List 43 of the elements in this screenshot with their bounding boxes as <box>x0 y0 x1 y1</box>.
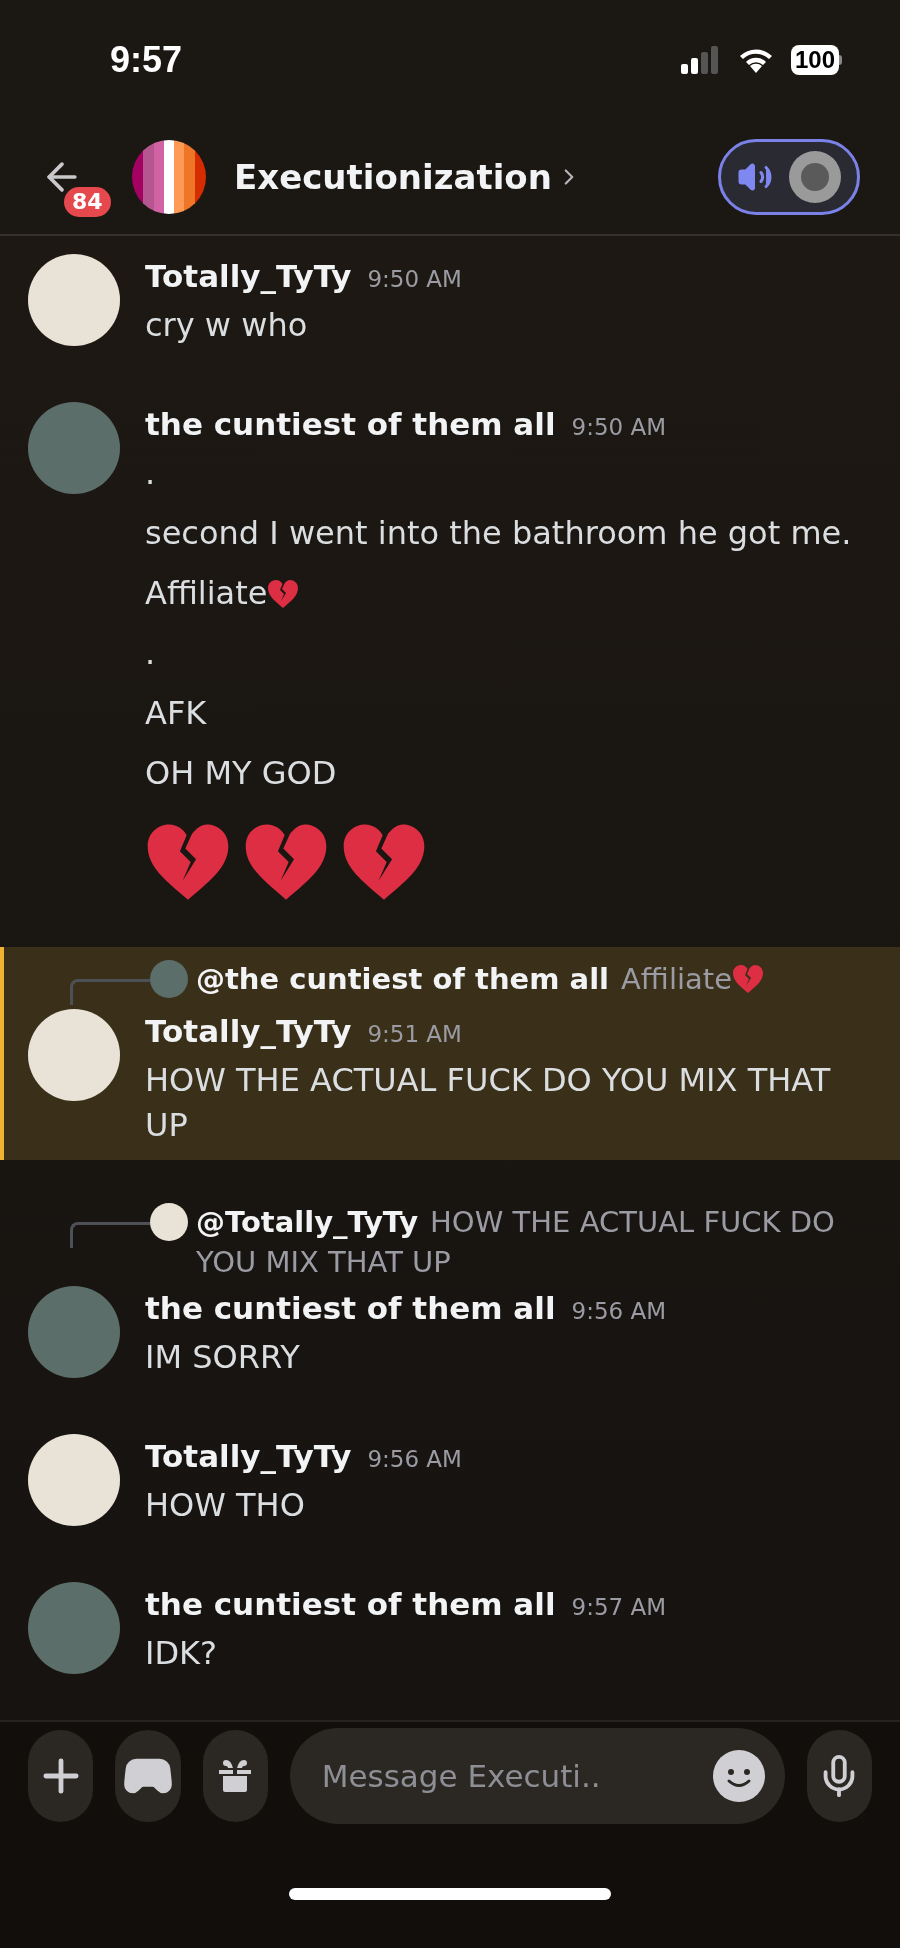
battery-level: 100 <box>790 45 839 75</box>
avatar[interactable] <box>28 254 120 346</box>
channel-title[interactable]: Executionization <box>234 151 552 203</box>
emoji-icon[interactable] <box>712 1750 765 1802</box>
message-time: 9:57 AM <box>571 1593 667 1622</box>
message-text: OH MY GOD <box>145 753 337 794</box>
message-time: 9:50 AM <box>571 413 667 442</box>
message-text: IDK? <box>145 1633 218 1674</box>
unread-badge: 84 <box>64 187 111 217</box>
message-text: cry w who <box>145 305 308 346</box>
message-text: second I went into the bathroom he got me. <box>145 513 852 554</box>
author-name[interactable]: Totally_TyTy <box>145 254 352 298</box>
message-text: HOW THE ACTUAL FUCK DO YOU MIX THAT UP <box>145 1060 832 1146</box>
reply-author[interactable]: @the cuntiest of them all <box>196 962 610 996</box>
signal-icon <box>680 46 721 74</box>
avatar[interactable] <box>150 1203 188 1241</box>
message-text: HOW THO <box>145 1485 305 1526</box>
reply-preview[interactable]: @Totally_TyTy HOW THE ACTUAL FUCK DO YOU MIX THAT UP <box>196 1202 872 1282</box>
avatar[interactable] <box>28 1434 120 1526</box>
message-time: 9:50 AM <box>367 265 462 294</box>
message-text: . <box>145 633 156 674</box>
message-time: 9:56 AM <box>571 1297 667 1326</box>
message-text: . <box>145 453 156 494</box>
message-text: AFK <box>145 693 207 734</box>
author-name[interactable]: Totally_TyTy <box>145 1009 352 1053</box>
message-time: 9:51 AM <box>367 1020 462 1049</box>
message-text: IM SORRY <box>145 1337 300 1378</box>
server-icon[interactable] <box>132 140 206 214</box>
reply-preview[interactable]: @the cuntiest of them all Affiliate <box>196 959 732 999</box>
message-field[interactable]: Message Executi.. <box>289 1728 785 1824</box>
message-text: Affiliate <box>145 573 268 614</box>
author-name[interactable]: the cuntiest of them all <box>145 1286 556 1330</box>
avatar <box>789 151 841 203</box>
status-time: 9:57 <box>110 38 183 82</box>
author-name[interactable]: Totally_TyTy <box>145 1434 352 1478</box>
avatar[interactable] <box>28 1009 120 1101</box>
author-name[interactable]: the cuntiest of them all <box>145 1582 556 1626</box>
message-time: 9:56 AM <box>367 1445 462 1474</box>
broken-heart-icon <box>267 577 300 610</box>
message-input[interactable]: Message Executi.. <box>321 1752 713 1800</box>
author-name[interactable]: the cuntiest of them all <box>145 402 556 446</box>
broken-heart-icon <box>732 963 764 995</box>
reply-author[interactable]: @Totally_TyTy <box>196 1205 419 1239</box>
